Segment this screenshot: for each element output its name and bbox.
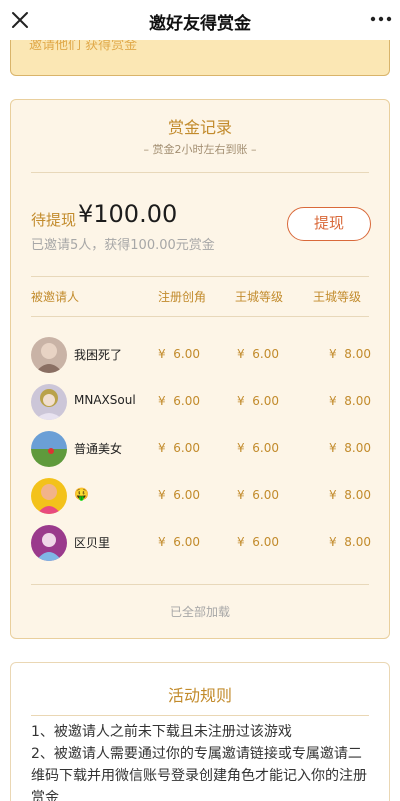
table-row: 普通美女 ¥ 6.00 ¥ 6.00 ¥ 8.00 bbox=[11, 429, 391, 469]
rules-body: 1、被邀请人之前未下载且未注册过该游戏 2、被邀请人需要通过你的专属邀请链接或专… bbox=[31, 721, 371, 801]
level-reward-2: ¥ 8.00 bbox=[329, 394, 371, 408]
avatar bbox=[31, 431, 67, 467]
level-reward-2: ¥ 8.00 bbox=[329, 488, 371, 502]
invitee-name: 区贝里 bbox=[74, 536, 111, 550]
record-subtitle: – 赏金2小时左右到账 – bbox=[143, 143, 257, 156]
more-icon[interactable] bbox=[370, 12, 392, 28]
level-reward-1: ¥ 6.00 bbox=[237, 347, 279, 361]
table-row: 区贝里 ¥ 6.00 ¥ 6.00 ¥ 8.00 bbox=[11, 523, 391, 563]
invitee-name: 普通美女 bbox=[74, 442, 123, 456]
column-header-register: 注册创角 bbox=[158, 290, 207, 304]
level-reward-1: ¥ 6.00 bbox=[237, 535, 279, 549]
rule-item: 2、被邀请人需要通过你的专属邀请链接或专属邀请二维码下载并用微信账号登录创建角色… bbox=[31, 746, 367, 801]
invitee-name: 🤑 bbox=[74, 487, 89, 501]
invitee-name: 我困死了 bbox=[74, 348, 123, 362]
column-header-level-2: 王城等级 bbox=[313, 290, 362, 304]
invited-summary: 已邀请5人，获得100.00元赏金 bbox=[31, 238, 215, 253]
level-reward-1: ¥ 6.00 bbox=[237, 488, 279, 502]
level-reward-2: ¥ 8.00 bbox=[329, 535, 371, 549]
avatar bbox=[31, 384, 67, 420]
divider bbox=[31, 715, 369, 716]
divider bbox=[31, 276, 369, 277]
level-reward-1: ¥ 6.00 bbox=[237, 394, 279, 408]
activity-rules-card: 活动规则 1、被邀请人之前未下载且未注册过该游戏 2、被邀请人需要通过你的专属邀… bbox=[10, 662, 390, 801]
divider bbox=[31, 316, 369, 317]
pending-label: 待提现 bbox=[31, 211, 77, 229]
reward-record-card: 赏金记录 – 赏金2小时左右到账 – 待提现 ¥100.00 已邀请5人，获得1… bbox=[10, 99, 390, 639]
table-row: 🤑 ¥ 6.00 ¥ 6.00 ¥ 8.00 bbox=[11, 476, 391, 516]
register-reward: ¥ 6.00 bbox=[158, 441, 200, 455]
avatar bbox=[31, 478, 67, 514]
level-reward-1: ¥ 6.00 bbox=[237, 441, 279, 455]
divider bbox=[31, 584, 369, 585]
top-nav-bar: 邀好友得赏金 bbox=[0, 0, 400, 40]
withdraw-button[interactable]: 提现 bbox=[287, 207, 371, 241]
avatar bbox=[31, 337, 67, 373]
table-row: 我困死了 ¥ 6.00 ¥ 6.00 ¥ 8.00 bbox=[11, 335, 391, 375]
register-reward: ¥ 6.00 bbox=[158, 394, 200, 408]
register-reward: ¥ 6.00 bbox=[158, 488, 200, 502]
level-reward-2: ¥ 8.00 bbox=[329, 441, 371, 455]
rules-title: 活动规则 bbox=[167, 686, 232, 705]
column-header-invitee: 被邀请人 bbox=[31, 290, 80, 304]
rule-item: 1、被邀请人之前未下载且未注册过该游戏 bbox=[31, 724, 292, 740]
table-row: MNAXSoul ¥ 6.00 ¥ 6.00 ¥ 8.00 bbox=[11, 382, 391, 422]
page-title: 邀好友得赏金 bbox=[149, 14, 251, 34]
register-reward: ¥ 6.00 bbox=[158, 535, 200, 549]
invitee-name: MNAXSoul bbox=[74, 393, 136, 407]
pending-amount: ¥100.00 bbox=[78, 200, 178, 228]
level-reward-2: ¥ 8.00 bbox=[329, 347, 371, 361]
column-header-level-1: 王城等级 bbox=[235, 290, 284, 304]
all-loaded-text: 已全部加载 bbox=[169, 605, 230, 619]
avatar bbox=[31, 525, 67, 561]
record-title: 赏金记录 bbox=[167, 118, 232, 137]
divider bbox=[31, 172, 369, 173]
register-reward: ¥ 6.00 bbox=[158, 347, 200, 361]
